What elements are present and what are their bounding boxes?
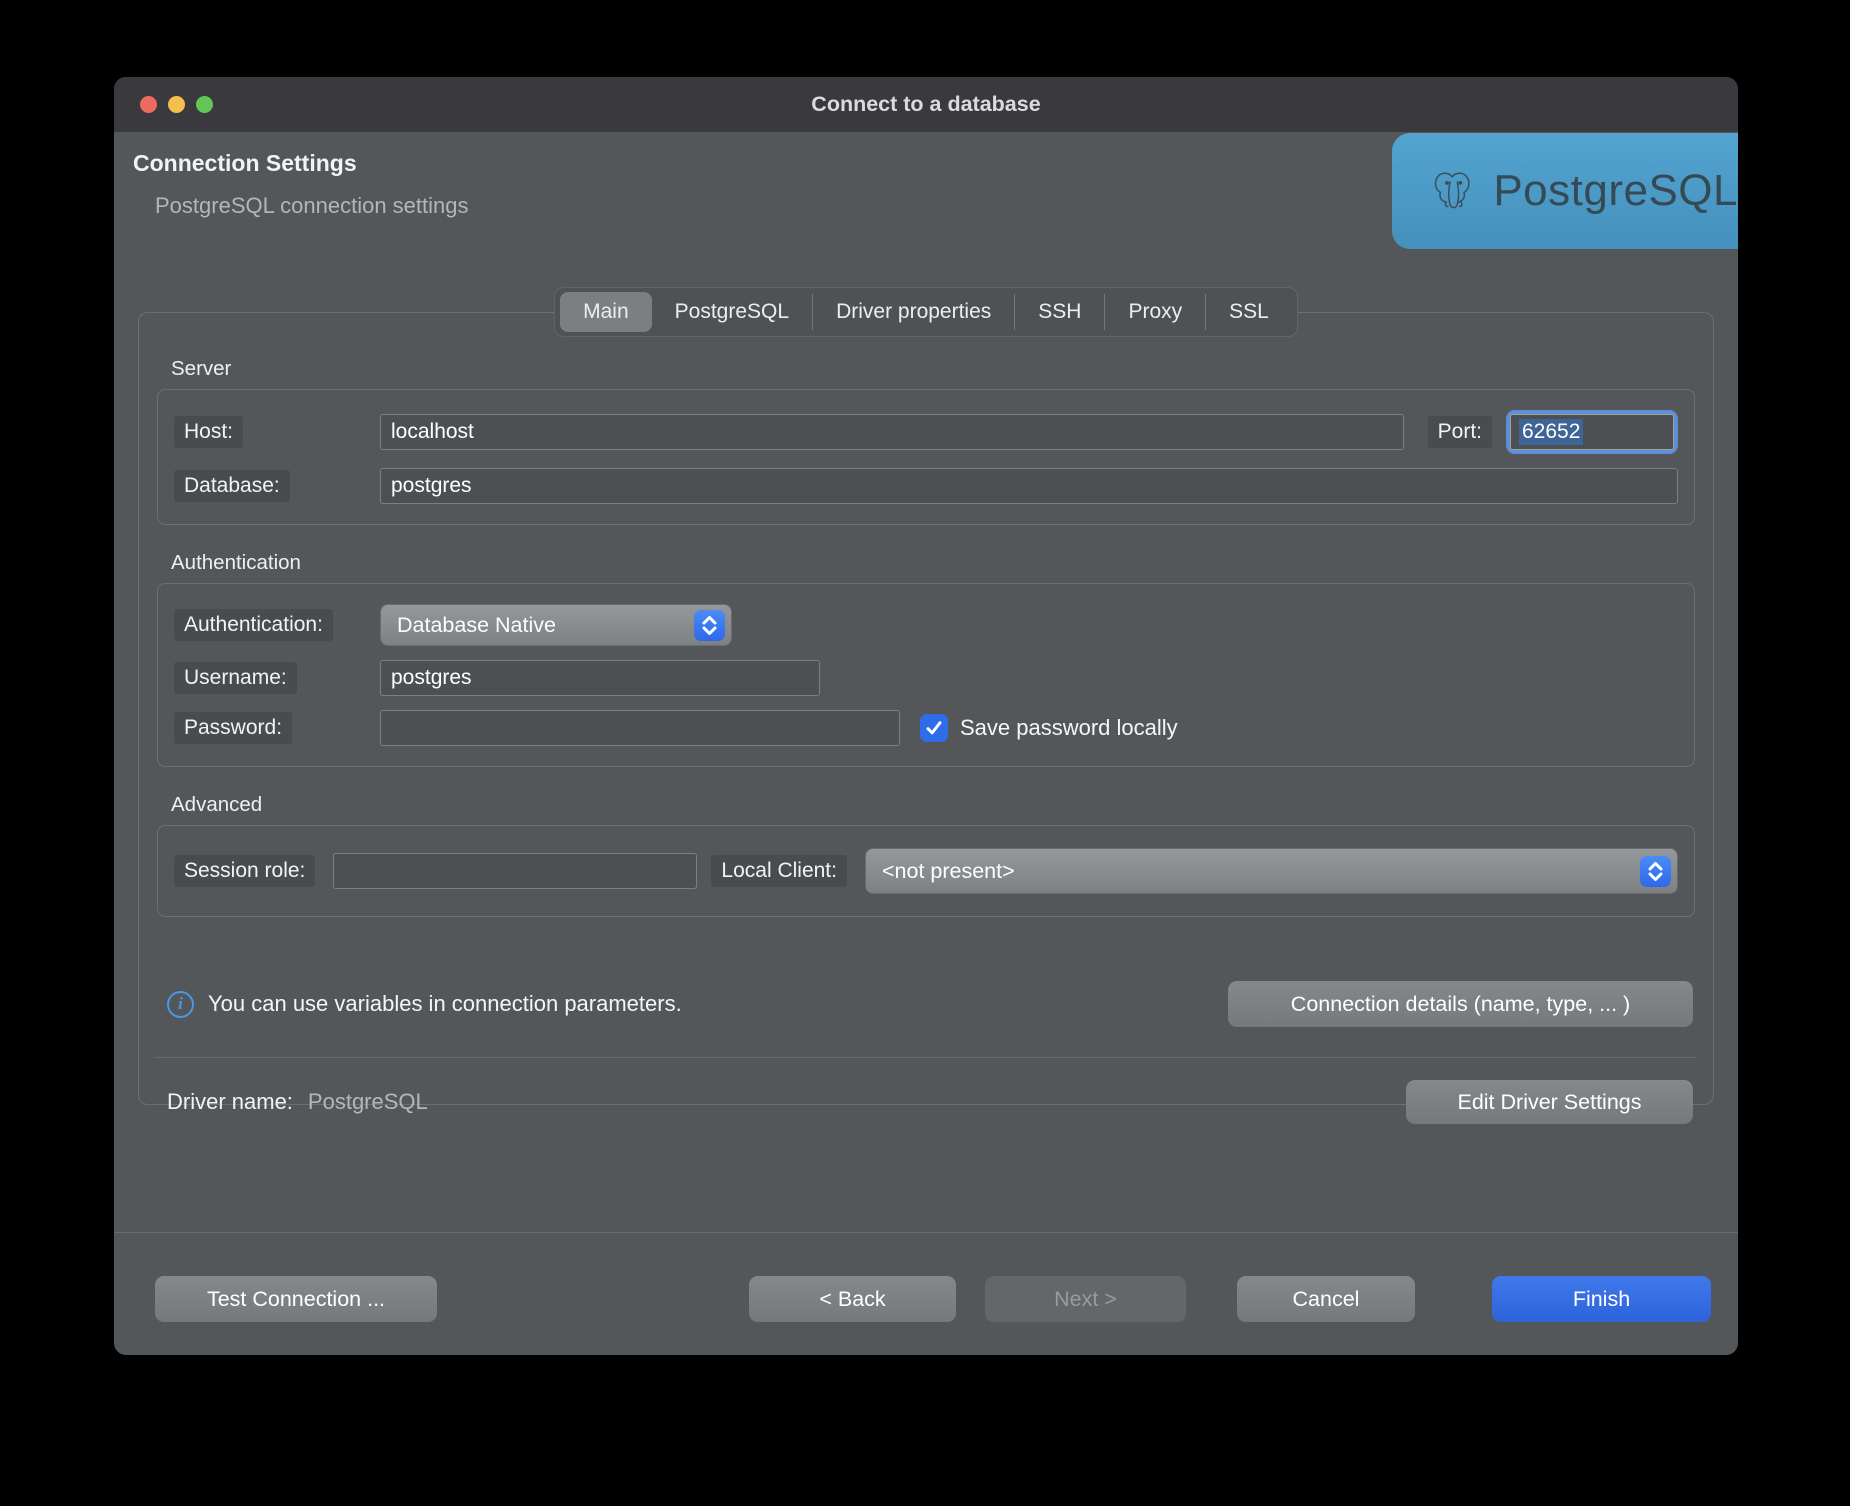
footer: Test Connection ... < Back Next > Cancel… [114, 1232, 1738, 1322]
password-input[interactable] [380, 710, 900, 746]
info-icon: i [167, 991, 194, 1018]
edit-driver-settings-button[interactable]: Edit Driver Settings [1406, 1080, 1693, 1124]
minimize-window-button[interactable] [168, 96, 185, 113]
connection-details-button[interactable]: Connection details (name, type, ... ) [1228, 981, 1693, 1027]
username-label: Username: [174, 662, 297, 694]
titlebar: Connect to a database [114, 77, 1738, 132]
tab-driver-properties[interactable]: Driver properties [812, 294, 1014, 330]
postgresql-logo-text: PostgreSQL [1493, 166, 1738, 216]
checkmark-icon [925, 719, 943, 737]
tab-proxy[interactable]: Proxy [1104, 294, 1205, 330]
port-value-selected-text: 62652 [1519, 419, 1583, 445]
traffic-lights [140, 77, 213, 132]
session-role-label: Session role: [174, 855, 315, 887]
chevron-up-down-icon [694, 610, 725, 641]
database-label: Database: [174, 470, 290, 502]
zoom-window-button[interactable] [196, 96, 213, 113]
host-input[interactable] [380, 414, 1404, 450]
next-button[interactable]: Next > [985, 1276, 1186, 1322]
driver-name-value: PostgreSQL [308, 1089, 428, 1115]
advanced-section-label: Advanced [171, 791, 1695, 817]
authentication-method-select[interactable]: Database Native [380, 604, 732, 646]
postgresql-elephant-icon [1430, 155, 1477, 227]
driver-name-label: Driver name: [167, 1089, 293, 1115]
close-window-button[interactable] [140, 96, 157, 113]
tab-bar: Main PostgreSQL Driver properties SSH Pr… [114, 287, 1738, 337]
chevron-up-down-icon [1640, 856, 1671, 887]
cancel-button[interactable]: Cancel [1237, 1276, 1415, 1322]
local-client-label: Local Client: [711, 855, 847, 887]
authentication-group: Authentication: Database Native Username… [157, 583, 1695, 767]
tab-postgresql[interactable]: PostgreSQL [652, 294, 812, 330]
tab-ssl[interactable]: SSL [1205, 294, 1292, 330]
database-input[interactable] [380, 468, 1678, 504]
window-title: Connect to a database [811, 92, 1040, 117]
authentication-method-label: Authentication: [174, 609, 333, 641]
driver-row: Driver name: PostgreSQL Edit Driver Sett… [157, 1058, 1695, 1124]
username-input[interactable] [380, 660, 820, 696]
back-button[interactable]: < Back [749, 1276, 956, 1322]
authentication-section-label: Authentication [171, 549, 1695, 575]
port-focus-ring: 62652 [1506, 410, 1678, 454]
server-group: Host: Port: 62652 Database: [157, 389, 1695, 525]
tab-ssh[interactable]: SSH [1014, 294, 1104, 330]
host-label: Host: [174, 416, 243, 448]
authentication-method-value: Database Native [397, 613, 556, 638]
port-input[interactable]: 62652 [1510, 414, 1674, 450]
content-panel: Server Host: Port: 62652 Database: Authe… [138, 312, 1714, 1105]
tab-main[interactable]: Main [560, 292, 652, 332]
postgresql-logo-banner: PostgreSQL [1392, 133, 1738, 249]
save-password-label[interactable]: Save password locally [960, 715, 1178, 741]
test-connection-button[interactable]: Test Connection ... [155, 1276, 437, 1322]
server-section-label: Server [171, 355, 1695, 381]
save-password-checkbox[interactable] [920, 714, 948, 742]
info-row: i You can use variables in connection pa… [157, 981, 1695, 1027]
port-label: Port: [1428, 416, 1492, 448]
password-label: Password: [174, 712, 292, 744]
session-role-input[interactable] [333, 853, 697, 889]
local-client-select[interactable]: <not present> [865, 848, 1678, 894]
info-message: You can use variables in connection para… [208, 991, 682, 1017]
header: Connection Settings PostgreSQL connectio… [114, 132, 1738, 254]
finish-button[interactable]: Finish [1492, 1276, 1711, 1322]
advanced-group: Session role: Local Client: <not present… [157, 825, 1695, 917]
connect-database-dialog: Connect to a database Connection Setting… [114, 77, 1738, 1355]
local-client-value: <not present> [882, 859, 1015, 884]
